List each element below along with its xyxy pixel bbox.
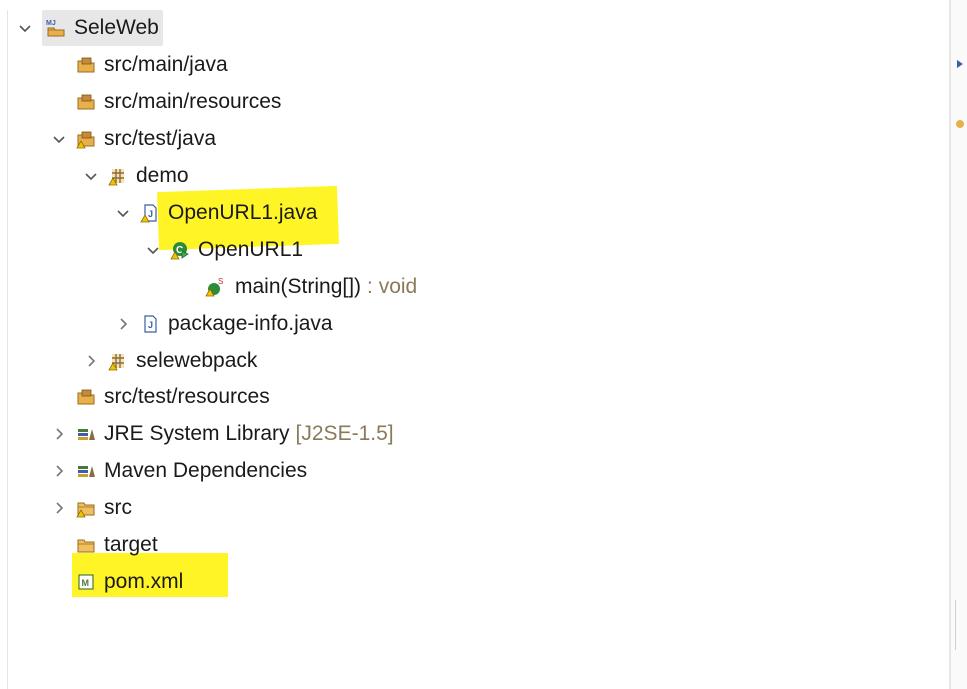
tree-item-label: OpenURL1.java — [168, 201, 318, 224]
scrollbar[interactable] — [955, 600, 966, 650]
tree-item-src[interactable]: src — [52, 490, 132, 526]
library-icon — [76, 424, 96, 444]
tree-item-project[interactable]: MJ SeleWeb — [18, 10, 163, 46]
chevron-down-icon[interactable] — [84, 169, 98, 183]
tree-item-target[interactable]: target — [52, 527, 158, 563]
tree-item-pom-xml[interactable]: M pom.xml — [52, 564, 183, 600]
tree-item-label: src — [104, 496, 132, 519]
folder-icon — [76, 535, 96, 555]
tree-item-src-main-java[interactable]: src/main/java — [52, 47, 228, 83]
svg-text:MJ: MJ — [46, 20, 56, 27]
tree-item-label: pom.xml — [104, 570, 184, 593]
source-folder-warning-icon — [76, 129, 96, 149]
adjacent-view-edge — [951, 0, 967, 689]
tree-item-package-info-java[interactable]: J package-info.java — [116, 306, 333, 342]
tree-item-openurl1-java[interactable]: J OpenURL1.java — [116, 195, 317, 231]
tree-item-label: src/main/java — [104, 53, 228, 76]
svg-text:J: J — [148, 209, 153, 219]
folder-warning-icon — [76, 498, 96, 518]
maven-pom-file-icon: M — [76, 572, 96, 592]
class-run-icon: C — [170, 240, 190, 260]
source-folder-icon — [76, 387, 96, 407]
svg-text:M: M — [82, 578, 90, 588]
svg-text:S: S — [218, 277, 223, 286]
package-icon — [108, 351, 128, 371]
chevron-down-icon[interactable] — [116, 206, 130, 220]
project-explorer-tree[interactable]: MJ SeleWeb src/main/java src/main/resour… — [0, 0, 950, 689]
java-file-icon: J — [140, 314, 160, 334]
public-static-method-icon: S — [205, 277, 225, 297]
tree-item-label: demo — [136, 164, 189, 187]
tree-item-method-main[interactable]: S main(String[]) : void — [205, 269, 417, 305]
tree-item-label: Maven Dependencies — [104, 459, 308, 482]
tree-item-label: package-info.java — [168, 312, 333, 335]
return-type-decoration: : void — [367, 275, 418, 298]
tree-item-src-main-resources[interactable]: src/main/resources — [52, 84, 281, 120]
library-icon — [76, 461, 96, 481]
chevron-down-icon[interactable] — [52, 132, 66, 146]
tree-item-src-test-java[interactable]: src/test/java — [52, 121, 216, 157]
tree-item-label: src/test/resources — [104, 385, 270, 408]
toolbar-icon[interactable] — [955, 118, 965, 130]
tree-item-label: OpenURL1 — [198, 238, 304, 261]
tree-item-label: SeleWeb — [74, 16, 159, 39]
tree-item-label: main(String[]) — [235, 275, 362, 298]
tree-item-class-openurl1[interactable]: C OpenURL1 — [146, 232, 303, 268]
chevron-right-icon[interactable] — [52, 501, 66, 515]
chevron-right-icon[interactable] — [52, 427, 66, 441]
tree-item-demo[interactable]: demo — [84, 158, 189, 194]
source-folder-icon — [76, 92, 96, 112]
chevron-right-icon[interactable] — [84, 354, 98, 368]
chevron-right-icon[interactable] — [52, 464, 66, 478]
tree-item-selewebpack[interactable]: selewebpack — [84, 343, 257, 379]
jre-version-decoration: [J2SE-1.5] — [295, 422, 394, 445]
tree-item-label: src/main/resources — [104, 90, 282, 113]
toolbar-icon[interactable] — [955, 58, 965, 70]
chevron-down-icon[interactable] — [146, 243, 160, 257]
java-file-icon: J — [140, 203, 160, 223]
tree-item-src-test-resources[interactable]: src/test/resources — [52, 379, 270, 415]
tree-item-label: selewebpack — [136, 349, 258, 372]
tree-item-label: src/test/java — [104, 127, 217, 150]
maven-project-icon: MJ — [46, 18, 66, 38]
tree-item-label: target — [104, 533, 158, 556]
tree-item-jre-system-library[interactable]: JRE System Library [J2SE-1.5] — [52, 416, 394, 452]
source-folder-icon — [76, 55, 96, 75]
tree-item-maven-dependencies[interactable]: Maven Dependencies — [52, 453, 307, 489]
tree-item-label: JRE System Library — [104, 422, 290, 445]
chevron-down-icon[interactable] — [18, 21, 32, 35]
package-icon — [108, 166, 128, 186]
svg-text:J: J — [148, 320, 153, 330]
chevron-right-icon[interactable] — [116, 317, 130, 331]
